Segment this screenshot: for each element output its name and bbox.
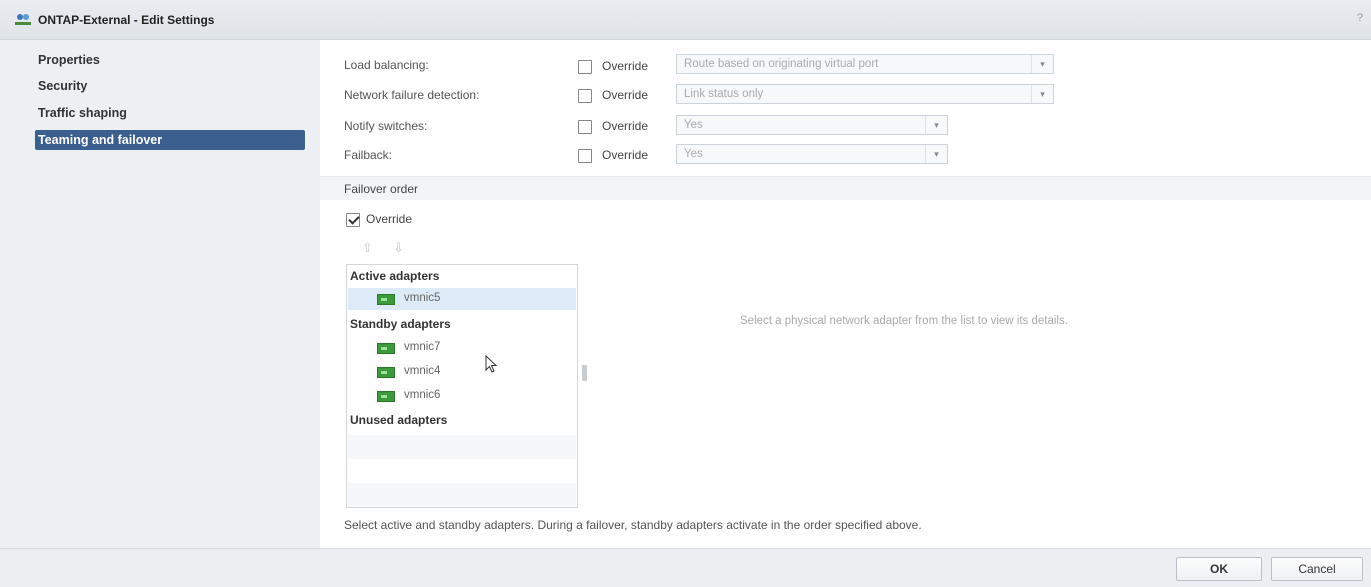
move-up-icon[interactable]: ⇧ (362, 240, 373, 256)
failback-override-label: Override (602, 148, 649, 162)
network-failure-detection-select[interactable]: Link status only ▾ (676, 84, 1054, 104)
chevron-down-icon: ▾ (925, 145, 947, 163)
sidebar: Properties Security Traffic shaping Team… (0, 40, 320, 548)
window-title: ONTAP-External - Edit Settings (38, 13, 215, 27)
settings-panel: Load balancing: Override Route based on … (320, 40, 1371, 548)
adapter-row-vmnic6[interactable]: vmnic6 (348, 385, 576, 407)
notify-switches-select[interactable]: Yes ▾ (676, 115, 948, 135)
sidebar-item-teaming-and-failover[interactable]: Teaming and failover (35, 130, 305, 150)
adapter-label: vmnic5 (404, 292, 441, 304)
load-balancing-override-checkbox[interactable] (578, 60, 592, 74)
failover-override-label: Override (366, 212, 413, 226)
failover-order-title: Failover order (344, 182, 419, 196)
failover-order-header: Failover order (320, 176, 1371, 200)
network-failure-detection-override-label: Override (602, 88, 649, 102)
failover-help-text: Select active and standby adapters. Duri… (344, 518, 922, 532)
standby-adapters-heading: Standby adapters (350, 317, 451, 331)
sidebar-item-properties[interactable]: Properties (35, 50, 305, 70)
failback-label: Failback: (344, 148, 393, 162)
failback-value: Yes (684, 148, 703, 160)
failback-override-checkbox[interactable] (578, 149, 592, 163)
list-filler (348, 435, 576, 459)
load-balancing-override-label: Override (602, 59, 649, 73)
active-adapters-heading: Active adapters (350, 269, 440, 283)
splitter-handle[interactable] (582, 365, 587, 381)
sidebar-item-security[interactable]: Security (35, 76, 305, 96)
failover-override-checkbox[interactable] (346, 213, 360, 227)
chevron-down-icon: ▾ (1031, 55, 1053, 73)
adapter-label: vmnic7 (404, 341, 441, 353)
sidebar-item-traffic-shaping[interactable]: Traffic shaping (35, 103, 305, 123)
cancel-button[interactable]: Cancel (1271, 557, 1363, 581)
network-adapter-icon (377, 294, 395, 305)
adapter-row-vmnic5[interactable]: vmnic5 (348, 288, 576, 310)
adapter-list: Active adapters vmnic5 Standby adapters … (346, 264, 578, 508)
notify-switches-value: Yes (684, 119, 703, 131)
notify-switches-override-label: Override (602, 119, 649, 133)
move-down-icon[interactable]: ⇩ (393, 240, 404, 256)
load-balancing-value: Route based on originating virtual port (684, 58, 879, 70)
network-failure-detection-value: Link status only (684, 88, 764, 100)
adapter-label: vmnic6 (404, 389, 441, 401)
network-failure-detection-override-checkbox[interactable] (578, 89, 592, 103)
adapter-row-vmnic7[interactable]: vmnic7 (348, 337, 576, 359)
distributed-portgroup-icon (15, 14, 31, 25)
network-adapter-icon (377, 343, 395, 354)
unused-adapters-heading: Unused adapters (350, 413, 448, 427)
adapter-label: vmnic4 (404, 365, 441, 377)
chevron-down-icon: ▾ (1031, 85, 1053, 103)
adapter-details-hint: Select a physical network adapter from t… (740, 315, 1068, 327)
adapter-row-vmnic4[interactable]: vmnic4 (348, 361, 576, 383)
mouse-cursor-icon (485, 355, 498, 373)
ok-button[interactable]: OK (1176, 557, 1262, 581)
notify-switches-label: Notify switches: (344, 119, 428, 133)
network-adapter-icon (377, 367, 395, 378)
chevron-down-icon: ▾ (925, 116, 947, 134)
help-icon[interactable]: ? (1357, 12, 1363, 24)
failback-select[interactable]: Yes ▾ (676, 144, 948, 164)
load-balancing-label: Load balancing: (344, 58, 429, 72)
dialog-button-bar: OK Cancel (0, 548, 1371, 587)
notify-switches-override-checkbox[interactable] (578, 120, 592, 134)
load-balancing-select[interactable]: Route based on originating virtual port … (676, 54, 1054, 74)
network-adapter-icon (377, 391, 395, 402)
title-bar: ONTAP-External - Edit Settings ? (0, 0, 1371, 40)
network-failure-detection-label: Network failure detection: (344, 88, 480, 102)
list-filler (348, 483, 576, 507)
